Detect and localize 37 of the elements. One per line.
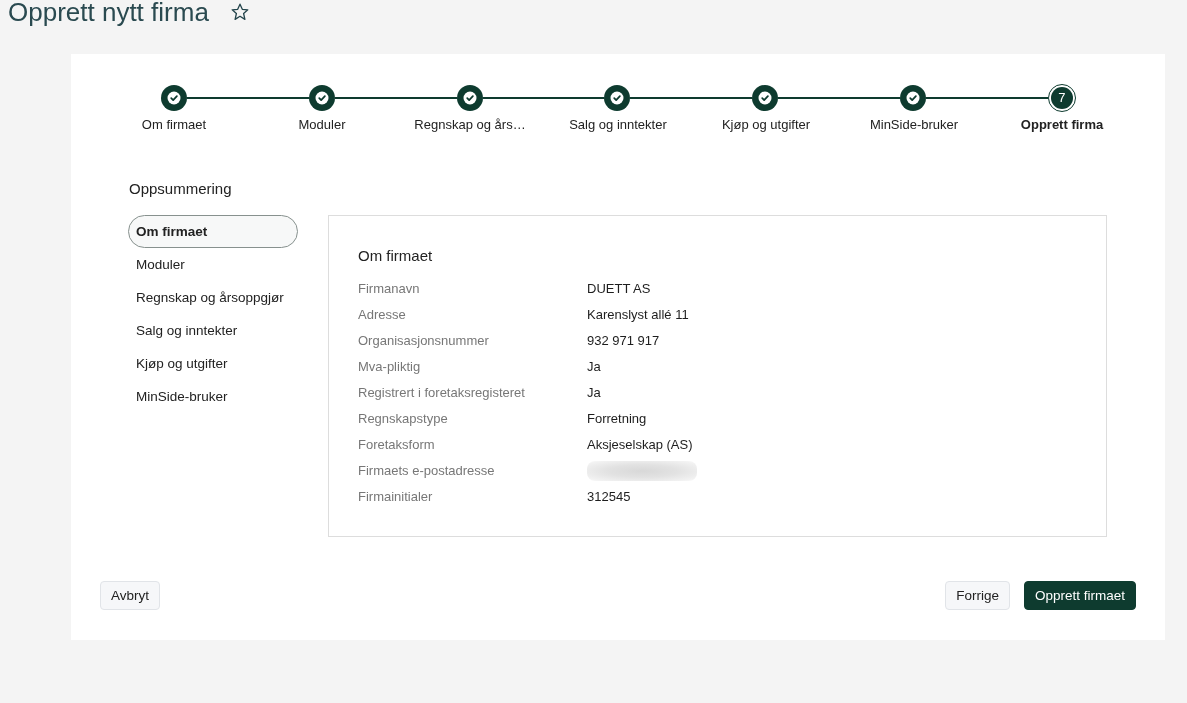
previous-button[interactable]: Forrige <box>945 581 1010 610</box>
field-label: Firmanavn <box>358 280 420 298</box>
field-label: Adresse <box>358 306 406 324</box>
sidebar-item[interactable]: Moduler <box>128 248 193 281</box>
sidebar-item[interactable]: Regnskap og årsoppgjør <box>128 281 292 314</box>
sidebar-item[interactable]: Om firmaet <box>128 215 298 248</box>
sidebar-item[interactable]: Kjøp og utgifter <box>128 347 236 380</box>
panel-heading: Om firmaet <box>358 246 433 266</box>
sidebar-item[interactable]: MinSide-bruker <box>128 380 236 413</box>
step-label: Moduler <box>298 116 346 134</box>
step-label: MinSide-bruker <box>869 116 959 134</box>
step-label: Salg og inntekter <box>569 116 667 134</box>
field-value: DUETT AS <box>587 280 651 298</box>
field-label: Regnskapstype <box>358 410 448 428</box>
field-label: Firmainitialer <box>358 488 433 506</box>
sidebar-item[interactable]: Salg og inntekter <box>128 314 246 347</box>
field-label: Foretaksform <box>358 436 435 454</box>
field-value: Karenslyst allé 11 <box>587 306 689 324</box>
page-title: Opprett nytt firma <box>8 0 209 24</box>
create-company-button[interactable]: Opprett firmaet <box>1023 581 1136 610</box>
field-value: Ja <box>587 384 601 402</box>
field-value: Aksjeselskap (AS) <box>587 436 693 454</box>
field-value: Ja <box>587 358 601 376</box>
section-title: Oppsummering <box>129 179 232 199</box>
field-value: 932 971 917 <box>587 332 660 350</box>
step-label: Regnskap og års… <box>414 116 526 134</box>
field-label: Registrert i foretaksregisteret <box>358 384 525 402</box>
star-icon[interactable] <box>230 3 249 21</box>
step-label: Kjøp og utgifter <box>721 116 811 134</box>
step-label: Om firmaet <box>141 116 207 134</box>
field-value: 312545 <box>587 488 631 506</box>
field-label: Firmaets e-postadresse <box>358 462 495 480</box>
step-label: Opprett firma <box>1020 116 1104 134</box>
field-value: Forretning <box>587 410 647 428</box>
field-label: Organisasjonsnummer <box>358 332 489 350</box>
field-label: Mva-pliktig <box>358 358 421 376</box>
cancel-button[interactable]: Avbryt <box>100 581 160 610</box>
